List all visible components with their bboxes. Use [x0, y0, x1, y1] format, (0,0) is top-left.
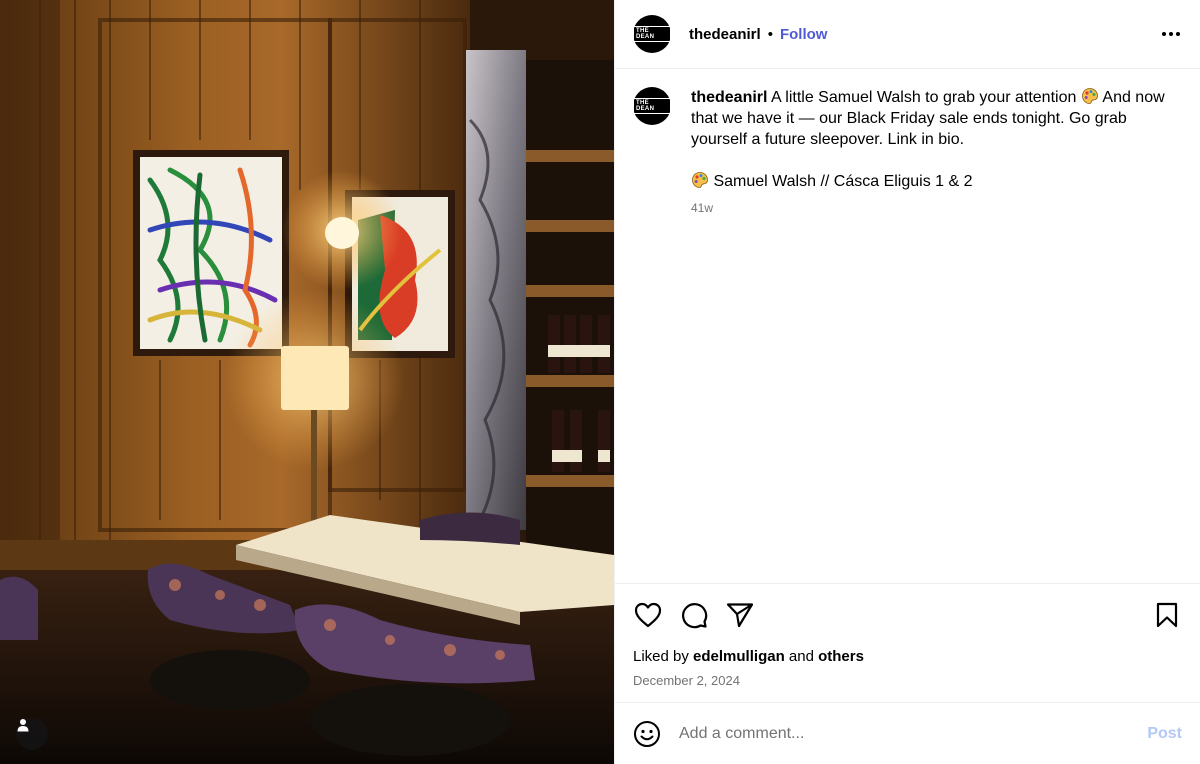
avatar-logo-text: THE DEAN [633, 26, 671, 42]
art-credit-line: Samuel Walsh // Cásca Eliguis 1 & 2 [691, 171, 1171, 192]
comment-input[interactable] [677, 723, 1148, 744]
caption-section: THE DEAN thedeanirl A little Samuel Wals… [615, 69, 1200, 583]
account-avatar[interactable]: THE DEAN [633, 15, 671, 53]
artist-palette-icon [692, 172, 708, 188]
artist-palette-icon [1081, 88, 1098, 104]
post-date[interactable]: December 2, 2024 [633, 673, 1182, 688]
post-details-panel: THE DEAN thedeanirl • Follow THE DEAN th… [614, 0, 1200, 764]
caption-row: THE DEAN thedeanirl A little Samuel Wals… [633, 87, 1182, 219]
art-credit-text: Samuel Walsh // Cásca Eliguis 1 & 2 [709, 173, 973, 190]
avatar-logo-text: THE DEAN [633, 98, 671, 114]
post-comment-button[interactable]: Post [1147, 725, 1182, 743]
account-username[interactable]: thedeanirl [689, 26, 761, 43]
restaurant-interior-image [0, 0, 614, 764]
follow-button[interactable]: Follow [780, 26, 828, 43]
comment-button[interactable] [679, 600, 709, 630]
likes-middle: and [784, 648, 819, 665]
separator-dot: • [767, 25, 773, 43]
comment-icon [682, 603, 708, 629]
likes-summary: Liked by edelmulligan and others [633, 648, 1182, 665]
tagged-users-button[interactable] [16, 718, 48, 750]
likes-others-link[interactable]: others [818, 648, 864, 665]
likes-prefix: Liked by [633, 648, 694, 665]
share-icon [726, 603, 754, 628]
instagram-post-view: THE DEAN thedeanirl • Follow THE DEAN th… [0, 0, 1200, 764]
caption-avatar[interactable]: THE DEAN [633, 87, 671, 125]
caption-text-part-1: A little Samuel Walsh to grab your atten… [767, 89, 1081, 106]
comment-bar: Post [615, 702, 1200, 764]
heart-icon [634, 602, 662, 628]
caption-username[interactable]: thedeanirl [691, 89, 767, 106]
caption-text: thedeanirl A little Samuel Walsh to grab… [691, 87, 1171, 219]
caption-age[interactable]: 41w [691, 198, 1171, 219]
share-button[interactable] [725, 600, 755, 630]
emoji-picker-icon[interactable] [633, 720, 661, 748]
save-button[interactable] [1152, 600, 1182, 630]
post-actions-section: Liked by edelmulligan and others Decembe… [615, 583, 1200, 702]
liker-username[interactable]: edelmulligan [693, 648, 785, 665]
person-icon [17, 719, 29, 732]
like-button[interactable] [633, 600, 663, 630]
bookmark-icon [1156, 602, 1178, 628]
post-photo[interactable] [0, 0, 614, 764]
more-options-icon[interactable] [1160, 26, 1182, 42]
action-bar [633, 584, 1182, 646]
post-header: THE DEAN thedeanirl • Follow [615, 0, 1200, 69]
